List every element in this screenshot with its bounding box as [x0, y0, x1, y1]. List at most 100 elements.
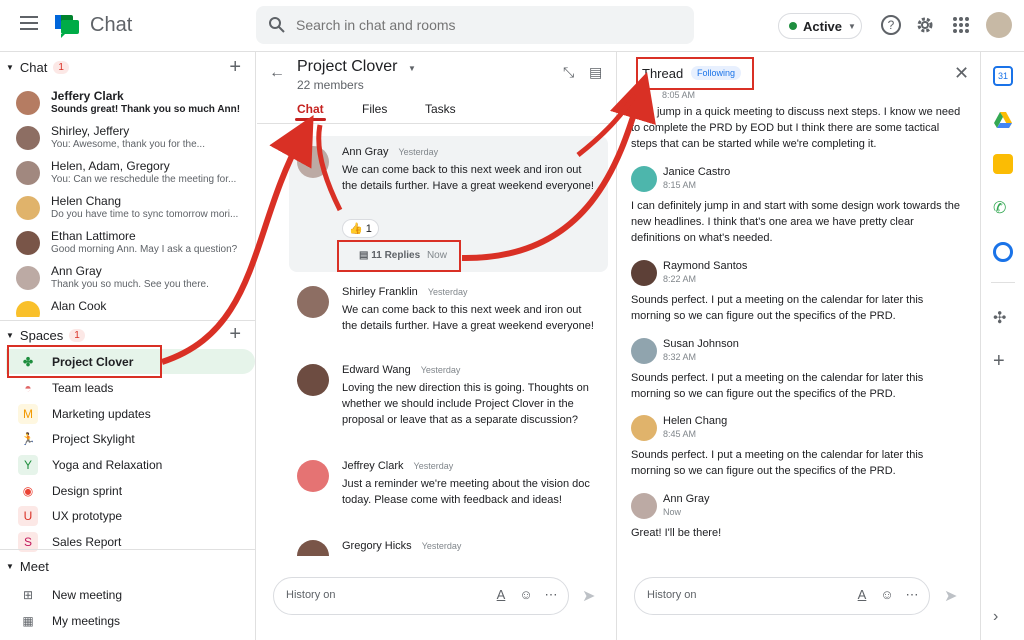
drive-app-icon[interactable] [993, 110, 1013, 130]
avatar [16, 231, 40, 255]
sender-name: Ann Gray [342, 146, 389, 158]
chat-section-header[interactable]: ▼ Chat 1 [6, 60, 69, 75]
chat-unread-badge: 1 [53, 61, 69, 74]
voice-phone-icon[interactable]: ✆ [993, 198, 1013, 218]
dm-item[interactable]: Shirley, Jeffery You: Awesome, thank you … [16, 122, 252, 157]
help-icon[interactable]: ? [880, 14, 902, 36]
more-options-icon[interactable]: ⋯ [903, 587, 921, 605]
avatar [16, 161, 40, 185]
avatar [631, 260, 657, 286]
chevron-down-icon: ▼ [848, 21, 856, 31]
avatar [631, 166, 657, 192]
dm-item[interactable]: Alan Cook [16, 297, 252, 317]
magnifier-icon: ◉ [22, 483, 34, 498]
chat-section-label: Chat [19, 60, 48, 75]
dm-item[interactable]: Helen, Adam, Gregory You: Can we reschedu… [16, 157, 252, 192]
chevron-right-icon[interactable]: › [993, 608, 1013, 628]
avatar [16, 266, 40, 290]
thread-panel: Thread Following ✕ 8:05 AM Let's jump in… [618, 52, 978, 640]
add-plus-icon[interactable]: + [993, 351, 1013, 372]
message-item: Shirley Franklin Yesterday We can come ba… [297, 286, 597, 346]
letter-u-icon: U [18, 505, 38, 526]
send-icon[interactable]: ➤ [582, 586, 595, 606]
status-dropdown[interactable]: Active ▼ [778, 13, 862, 39]
message-item: Gregory Hicks Yesterday [297, 540, 597, 556]
collapse-icon: ▼ [6, 63, 14, 72]
compose-placeholder: History on [647, 589, 697, 601]
space-item-project-skylight[interactable]: 🏃 Project Skylight [18, 426, 254, 451]
room-compose-box[interactable]: History on A ☺ ⋯ [273, 577, 569, 615]
spaces-unread-badge: 1 [69, 329, 85, 342]
svg-text:?: ? [888, 18, 895, 32]
new-space-plus-icon[interactable]: + [229, 323, 241, 346]
collapse-arrows-icon[interactable]: ⤡ [563, 64, 574, 81]
space-item-marketing-updates[interactable]: M Marketing updates [18, 401, 254, 426]
divider [991, 282, 1015, 283]
search-input[interactable] [296, 14, 676, 36]
send-icon[interactable]: ➤ [944, 586, 957, 606]
format-text-icon[interactable]: A [492, 587, 510, 605]
dm-item[interactable]: Ann Gray Thank you so much. See you there… [16, 262, 252, 297]
avatar [16, 91, 40, 115]
close-icon[interactable]: ✕ [954, 63, 969, 84]
search-bar[interactable] [256, 6, 694, 44]
keep-app-icon[interactable] [993, 154, 1013, 174]
dm-item[interactable]: Jeffery Clark Sounds great! Thank you so … [16, 87, 252, 122]
top-message-text: Let's jump in a quick meeting to discuss… [631, 106, 961, 150]
space-item-team-leads[interactable]: ◓ Team leads [18, 375, 254, 400]
tasks-app-icon[interactable] [993, 242, 1013, 262]
emoji-icon[interactable]: ☺ [517, 587, 535, 605]
chat-logo-icon [55, 15, 79, 38]
new-meeting-item[interactable]: ⊞ New meeting [18, 582, 254, 607]
addons-puzzle-icon[interactable]: ✣ [993, 308, 1013, 328]
status-label: Active [803, 18, 843, 34]
apps-grid-icon[interactable] [950, 14, 972, 36]
avatar [297, 286, 329, 318]
settings-gear-icon[interactable] [914, 14, 936, 36]
meet-section-header[interactable]: ▼ Meet [6, 559, 49, 574]
message-time: Yesterday [398, 147, 439, 157]
avatar [297, 460, 329, 492]
side-apps-rail: 31 ✆ ✣ + › [980, 52, 1024, 640]
watermelon-icon: ◓ [24, 380, 32, 395]
room-panel: ← Project Clover ▼ 22 members ⤡ ▤ Chat F… [257, 52, 617, 640]
main-menu-icon[interactable] [20, 16, 38, 30]
avatar [631, 493, 657, 519]
my-meetings-item[interactable]: ▦ My meetings [18, 608, 254, 633]
space-item-ux-prototype[interactable]: U UX prototype [18, 503, 254, 528]
annotation-box-thread [636, 57, 754, 90]
top-bar: Chat Active ▼ ? [0, 0, 1024, 52]
emoji-icon[interactable]: ☺ [878, 587, 896, 605]
tab-chat[interactable]: Chat [295, 102, 326, 121]
space-item-design-sprint[interactable]: ◉ Design sprint [18, 478, 254, 503]
member-count: 22 members [297, 78, 364, 92]
collapse-icon: ▼ [6, 331, 14, 340]
chevron-down-icon: ▼ [407, 64, 416, 73]
format-text-icon[interactable]: A [853, 587, 871, 605]
dm-item[interactable]: Helen Chang Do you have time to sync tomo… [16, 192, 252, 227]
spaces-section-header[interactable]: ▼ Spaces 1 [6, 328, 85, 343]
reaction-chip[interactable]: 👍 1 [342, 219, 379, 238]
calendar-app-icon[interactable]: 31 [993, 66, 1013, 86]
search-icon [269, 17, 285, 33]
message-item: Edward Wang Yesterday Loving the new dire… [297, 364, 597, 444]
tab-files[interactable]: Files [362, 102, 387, 116]
room-title[interactable]: Project Clover ▼ [297, 58, 416, 76]
tab-tasks[interactable]: Tasks [425, 102, 456, 116]
avatar [16, 126, 40, 150]
letter-m-icon: M [18, 403, 38, 424]
thread-compose-box[interactable]: History on A ☺ ⋯ [634, 577, 930, 615]
new-chat-plus-icon[interactable]: + [229, 56, 241, 79]
thread-view-icon[interactable]: ▤ [589, 64, 602, 81]
back-arrow-icon[interactable]: ← [269, 64, 285, 82]
more-options-icon[interactable]: ⋯ [542, 587, 560, 605]
avatar [16, 301, 40, 317]
spaces-section-label: Spaces [19, 328, 64, 343]
compose-placeholder: History on [286, 589, 336, 601]
annotation-box-replies [337, 240, 461, 272]
space-item-sales-report[interactable]: S Sales Report [18, 529, 254, 554]
message-item: Jeffrey Clark Yesterday Just a reminder w… [297, 460, 597, 520]
account-avatar[interactable] [986, 12, 1012, 38]
dm-item[interactable]: Ethan Lattimore Good morning Ann. May I a… [16, 227, 252, 262]
space-item-yoga[interactable]: Y Yoga and Relaxation [18, 452, 254, 477]
